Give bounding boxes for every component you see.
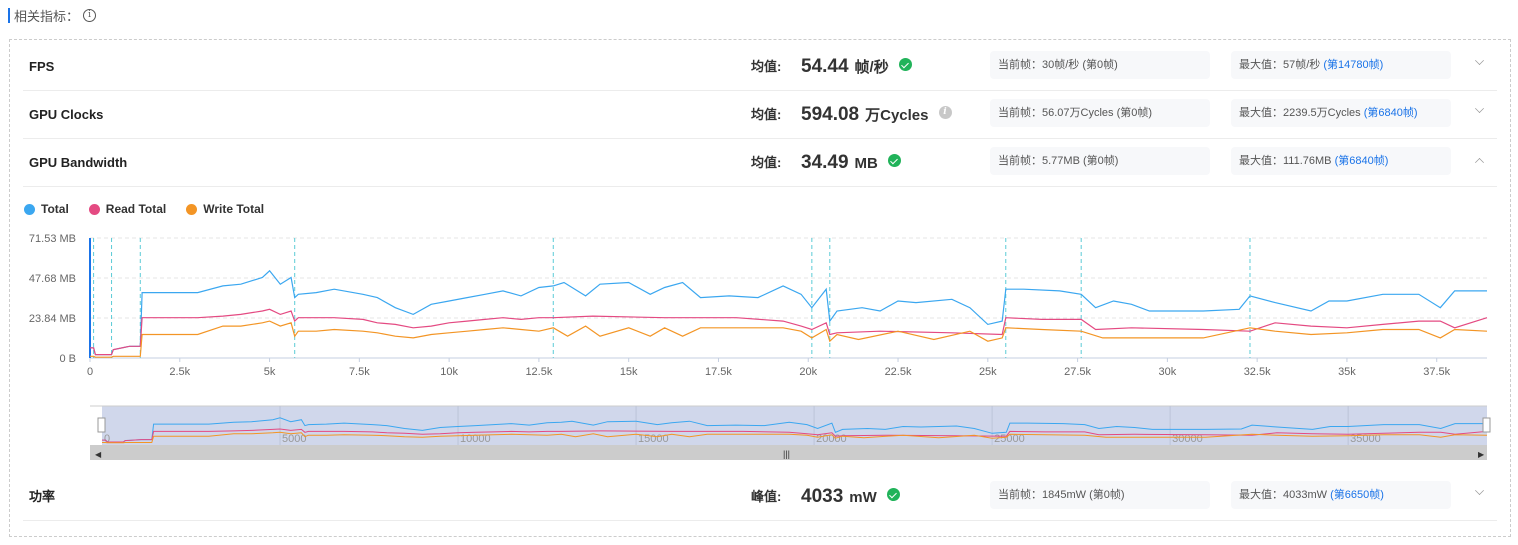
accent-bar: [8, 7, 10, 23]
x-tick-label: 2.5k: [169, 366, 190, 378]
x-tick-label: 37.5k: [1423, 366, 1450, 378]
bandwidth-chart[interactable]: 0 B 23.84 MB 47.68 MB 71.53 MB 0 2.5k 5k 7.5k 10…: [10, 40, 1512, 538]
y-tick-label: 0 B: [59, 353, 76, 365]
series-write-total-line: [90, 320, 1488, 358]
scroll-right-arrow-icon[interactable]: ▶: [1478, 450, 1485, 459]
x-tick-label: 20k: [799, 366, 817, 378]
x-tick-label: 30k: [1159, 366, 1177, 378]
datazoom-handle-left[interactable]: [97, 417, 106, 433]
y-tick-label: 47.68 MB: [29, 273, 76, 285]
x-tick-label: 25k: [979, 366, 997, 378]
x-tick-label: 10k: [440, 366, 458, 378]
datazoom-handle-right[interactable]: [1482, 417, 1491, 433]
scroll-grip-icon[interactable]: |||: [783, 449, 790, 459]
x-tick-label: 17.5k: [705, 366, 732, 378]
x-tick-label: 15k: [620, 366, 638, 378]
x-tick-label: 12.5k: [525, 366, 552, 378]
y-tick-label: 23.84 MB: [29, 313, 76, 325]
info-icon[interactable]: i: [83, 8, 97, 22]
y-tick-label: 71.53 MB: [29, 233, 76, 245]
metrics-panel: FPS 均值: 54.44 帧/秒 当前帧：30帧/秒 (第0帧) 最大值：57帧…: [9, 39, 1511, 537]
x-tick-label: 7.5k: [349, 366, 370, 378]
section-header: 相关指标： i: [8, 6, 97, 24]
datazoom-selection: [102, 406, 1487, 445]
x-tick-label: 0: [87, 366, 93, 378]
x-tick-label: 27.5k: [1064, 366, 1091, 378]
x-tick-label: 35k: [1338, 366, 1356, 378]
section-title: 相关指标：: [14, 8, 80, 24]
x-tick-label: 32.5k: [1244, 366, 1271, 378]
x-tick-label: 22.5k: [885, 366, 912, 378]
series-total-line: [90, 269, 1487, 356]
x-tick-label: 5k: [264, 366, 276, 378]
scroll-left-arrow-icon[interactable]: ◀: [95, 450, 102, 459]
